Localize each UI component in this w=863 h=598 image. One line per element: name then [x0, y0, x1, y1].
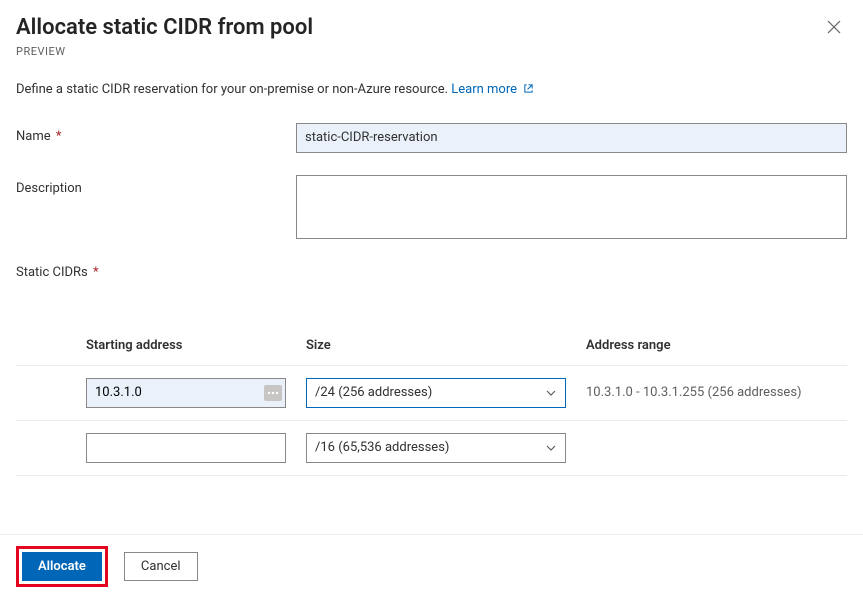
name-row: Name * — [16, 123, 847, 153]
allocate-static-cidr-panel: Allocate static CIDR from pool PREVIEW D… — [0, 0, 863, 598]
description-label: Description — [16, 175, 296, 196]
cancel-button[interactable]: Cancel — [124, 552, 198, 581]
starting-address-input[interactable] — [86, 433, 286, 463]
size-select[interactable]: /24 (256 addresses) — [306, 378, 566, 408]
panel-footer: Allocate Cancel — [0, 534, 863, 598]
close-icon — [827, 22, 841, 37]
external-link-icon — [520, 82, 534, 97]
allocate-button[interactable]: Allocate — [22, 552, 102, 581]
size-value: /24 (256 addresses) — [315, 385, 432, 400]
ellipsis-icon[interactable] — [264, 385, 282, 401]
starting-address-input[interactable] — [86, 378, 286, 408]
col-address-range: Address range — [586, 330, 847, 366]
col-size: Size — [306, 330, 586, 366]
panel-title: Allocate static CIDR from pool — [16, 14, 313, 43]
starting-address-field — [86, 433, 286, 463]
chevron-down-icon — [545, 387, 557, 399]
table-header-row: Starting address Size Address range — [16, 330, 847, 366]
chevron-down-icon — [545, 442, 557, 454]
form-area: Name * Description Static CIDRs * — [16, 123, 847, 476]
preview-label: PREVIEW — [16, 45, 313, 58]
allocate-button-highlight: Allocate — [16, 546, 108, 587]
size-value: /16 (65,536 addresses) — [315, 440, 449, 455]
panel-description: Define a static CIDR reservation for you… — [16, 82, 847, 97]
panel-header: Allocate static CIDR from pool PREVIEW — [16, 14, 847, 58]
close-button[interactable] — [821, 14, 847, 40]
description-input[interactable] — [296, 175, 847, 239]
address-range-text: 10.3.1.0 - 10.3.1.255 (256 addresses) — [586, 385, 802, 400]
table-row: /16 (65,536 addresses) — [16, 420, 847, 475]
size-select[interactable]: /16 (65,536 addresses) — [306, 433, 566, 463]
col-starting-address: Starting address — [86, 330, 306, 366]
required-asterisk: * — [53, 129, 62, 144]
cidr-table-area: Starting address Size Address range — [16, 330, 847, 476]
learn-more-link[interactable]: Learn more — [451, 82, 534, 97]
cidr-table: Starting address Size Address range — [16, 330, 847, 476]
required-asterisk: * — [90, 265, 99, 280]
description-row: Description — [16, 175, 847, 243]
description-text: Define a static CIDR reservation for you… — [16, 82, 451, 97]
static-cidrs-label: Static CIDRs * — [16, 265, 847, 280]
name-input[interactable] — [296, 123, 847, 153]
name-label: Name * — [16, 123, 296, 144]
table-row: /24 (256 addresses) 10.3.1.0 - 10.3.1.25… — [16, 365, 847, 420]
starting-address-field — [86, 378, 286, 408]
learn-more-label: Learn more — [451, 82, 517, 97]
